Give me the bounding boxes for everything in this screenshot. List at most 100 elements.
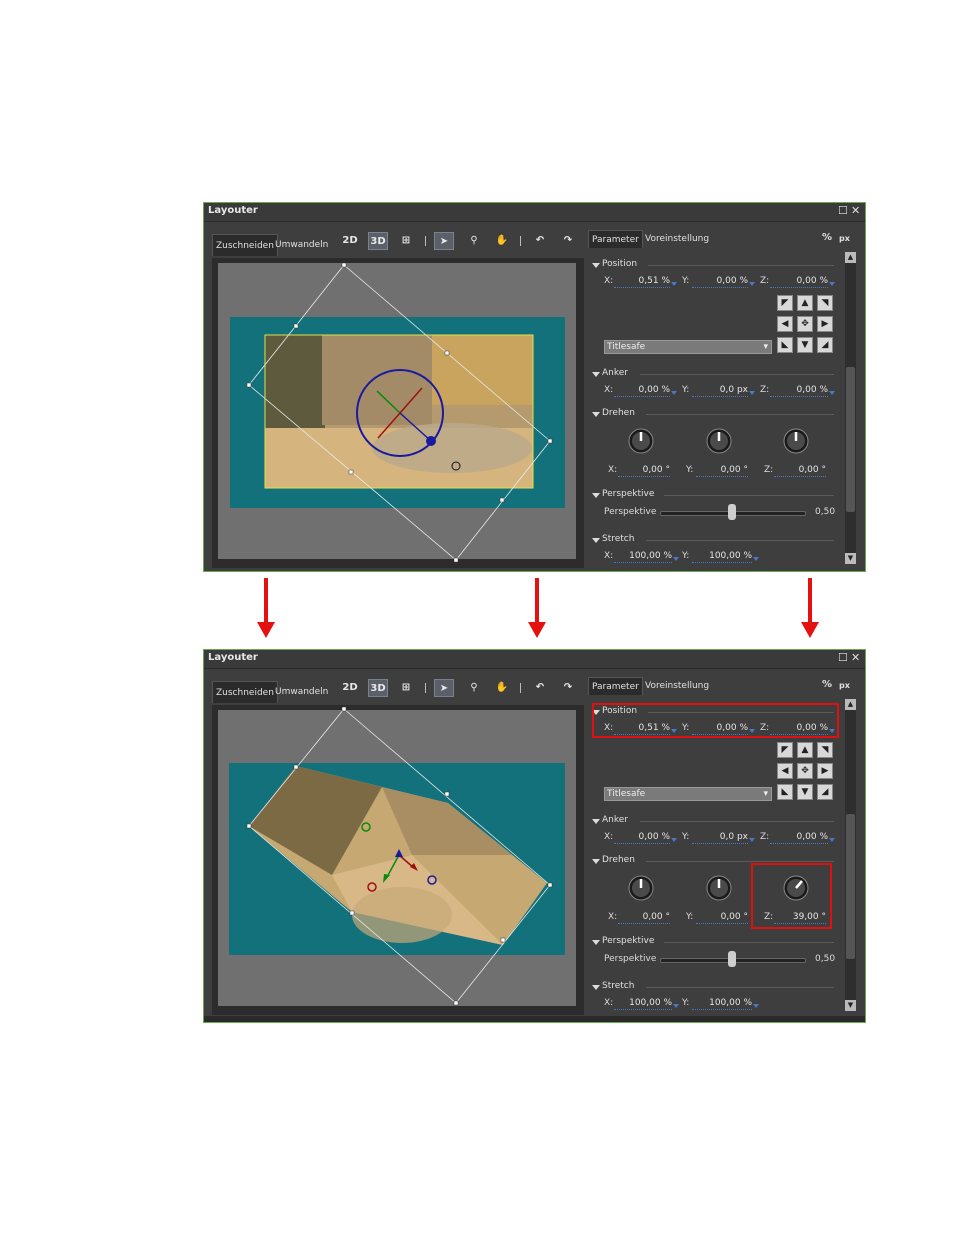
align-top-right-button[interactable]: ◥ <box>817 742 833 758</box>
align-top-left-button[interactable]: ◤ <box>777 742 793 758</box>
tab-parameter[interactable]: Parameter <box>588 677 643 695</box>
tab-zuschneiden[interactable]: Zuschneiden <box>212 681 278 703</box>
stretch-y-field[interactable]: 100,00 % <box>692 551 752 563</box>
perspektive-slider-thumb[interactable] <box>728 951 736 967</box>
anker-z-field[interactable]: 0,00 % <box>770 832 828 844</box>
align-bottom-left-button[interactable]: ◣ <box>777 337 793 353</box>
grid-icon[interactable]: ⊞ <box>396 679 416 697</box>
unit-percent-button[interactable]: % <box>822 679 832 690</box>
hand-icon[interactable]: ✋ <box>492 679 512 697</box>
anker-x-field[interactable]: 0,00 % <box>614 385 670 397</box>
tab-umwandeln[interactable]: Umwandeln <box>272 234 331 256</box>
rotate-y-knob[interactable] <box>706 428 732 454</box>
close-icon[interactable]: ✕ <box>851 652 860 664</box>
scroll-up-icon[interactable]: ▲ <box>845 699 856 710</box>
align-right-button[interactable]: ▶ <box>817 316 833 332</box>
scroll-thumb[interactable] <box>846 814 855 959</box>
anker-z-field[interactable]: 0,00 % <box>770 385 828 397</box>
close-icon[interactable]: ✕ <box>851 205 860 217</box>
drehen-y-field[interactable]: 0,00 ° <box>696 912 748 924</box>
safe-area-dropdown[interactable]: Titlesafe ▾ <box>604 787 772 801</box>
collapse-icon[interactable] <box>592 412 600 417</box>
unit-px-button[interactable]: px <box>839 681 850 690</box>
collapse-icon[interactable] <box>592 538 600 543</box>
rotate-z-knob[interactable] <box>783 428 809 454</box>
redo-icon[interactable]: ↷ <box>558 679 578 697</box>
preview-stage[interactable] <box>212 258 584 568</box>
align-top-right-button[interactable]: ◥ <box>817 295 833 311</box>
preview-canvas[interactable] <box>212 258 584 568</box>
drehen-y-field[interactable]: 0,00 ° <box>696 465 748 477</box>
unit-percent-button[interactable]: % <box>822 232 832 243</box>
collapse-icon[interactable] <box>592 263 600 268</box>
drehen-x-field[interactable]: 0,00 ° <box>618 912 670 924</box>
anker-y-field[interactable]: 0,0 px <box>692 385 748 397</box>
scroll-down-icon[interactable]: ▼ <box>845 1000 856 1011</box>
drehen-z-field[interactable]: 0,00 ° <box>774 465 826 477</box>
collapse-icon[interactable] <box>592 940 600 945</box>
preview-canvas[interactable] <box>212 705 584 1015</box>
rotate-x-knob[interactable] <box>628 428 654 454</box>
align-top-left-button[interactable]: ◤ <box>777 295 793 311</box>
stretch-y-field[interactable]: 100,00 % <box>692 998 752 1010</box>
redo-icon[interactable]: ↷ <box>558 232 578 250</box>
panel-scrollbar[interactable]: ▲ ▼ <box>845 252 856 564</box>
scroll-up-icon[interactable]: ▲ <box>845 252 856 263</box>
unit-px-button[interactable]: px <box>839 234 850 243</box>
collapse-icon[interactable] <box>592 819 600 824</box>
panel-scrollbar[interactable]: ▲ ▼ <box>845 699 856 1011</box>
scroll-thumb[interactable] <box>846 367 855 512</box>
maximize-icon[interactable]: ☐ <box>838 652 848 664</box>
collapse-icon[interactable] <box>592 985 600 990</box>
2d-mode-button[interactable]: 2D <box>340 232 360 250</box>
stretch-x-field[interactable]: 100,00 % <box>614 998 672 1010</box>
maximize-icon[interactable]: ☐ <box>838 205 848 217</box>
window-title: Layouter <box>208 205 258 216</box>
anker-y-field[interactable]: 0,0 px <box>692 832 748 844</box>
hand-icon[interactable]: ✋ <box>492 232 512 250</box>
zoom-icon[interactable]: ⚲ <box>464 232 484 250</box>
undo-icon[interactable]: ↶ <box>530 232 550 250</box>
3d-mode-button[interactable]: 3D <box>368 679 388 697</box>
position-y-field[interactable]: 0,00 % <box>692 276 748 288</box>
rotate-x-knob[interactable] <box>628 875 654 901</box>
align-bottom-right-button[interactable]: ◢ <box>817 784 833 800</box>
grid-icon[interactable]: ⊞ <box>396 232 416 250</box>
align-bottom-button[interactable]: ▼ <box>797 337 813 353</box>
tab-voreinstellung[interactable]: Voreinstellung <box>642 677 712 695</box>
align-bottom-left-button[interactable]: ◣ <box>777 784 793 800</box>
collapse-icon[interactable] <box>592 493 600 498</box>
align-right-button[interactable]: ▶ <box>817 763 833 779</box>
align-center-button[interactable]: ✥ <box>797 763 813 779</box>
align-top-button[interactable]: ▲ <box>797 295 813 311</box>
align-center-button[interactable]: ✥ <box>797 316 813 332</box>
collapse-icon[interactable] <box>592 372 600 377</box>
select-arrow-icon[interactable]: ➤ <box>434 232 454 250</box>
drehen-x-field[interactable]: 0,00 ° <box>618 465 670 477</box>
2d-mode-button[interactable]: 2D <box>340 679 360 697</box>
collapse-icon[interactable] <box>592 859 600 864</box>
zoom-icon[interactable]: ⚲ <box>464 679 484 697</box>
drehen-z-field[interactable]: 39,00 ° <box>774 912 826 924</box>
align-bottom-right-button[interactable]: ◢ <box>817 337 833 353</box>
select-arrow-icon[interactable]: ➤ <box>434 679 454 697</box>
perspektive-slider-thumb[interactable] <box>728 504 736 520</box>
align-bottom-button[interactable]: ▼ <box>797 784 813 800</box>
tab-parameter[interactable]: Parameter <box>588 230 643 248</box>
tab-umwandeln[interactable]: Umwandeln <box>272 681 331 703</box>
rotate-y-knob[interactable] <box>706 875 732 901</box>
align-left-button[interactable]: ◀ <box>777 316 793 332</box>
safe-area-dropdown[interactable]: Titlesafe ▾ <box>604 340 772 354</box>
scroll-down-icon[interactable]: ▼ <box>845 553 856 564</box>
position-z-field[interactable]: 0,00 % <box>770 276 828 288</box>
position-x-field[interactable]: 0,51 % <box>614 276 670 288</box>
undo-icon[interactable]: ↶ <box>530 679 550 697</box>
anker-x-field[interactable]: 0,00 % <box>614 832 670 844</box>
preview-stage[interactable] <box>212 705 584 1015</box>
stretch-x-field[interactable]: 100,00 % <box>614 551 672 563</box>
tab-zuschneiden[interactable]: Zuschneiden <box>212 234 278 256</box>
align-left-button[interactable]: ◀ <box>777 763 793 779</box>
3d-mode-button[interactable]: 3D <box>368 232 388 250</box>
tab-voreinstellung[interactable]: Voreinstellung <box>642 230 712 248</box>
align-top-button[interactable]: ▲ <box>797 742 813 758</box>
